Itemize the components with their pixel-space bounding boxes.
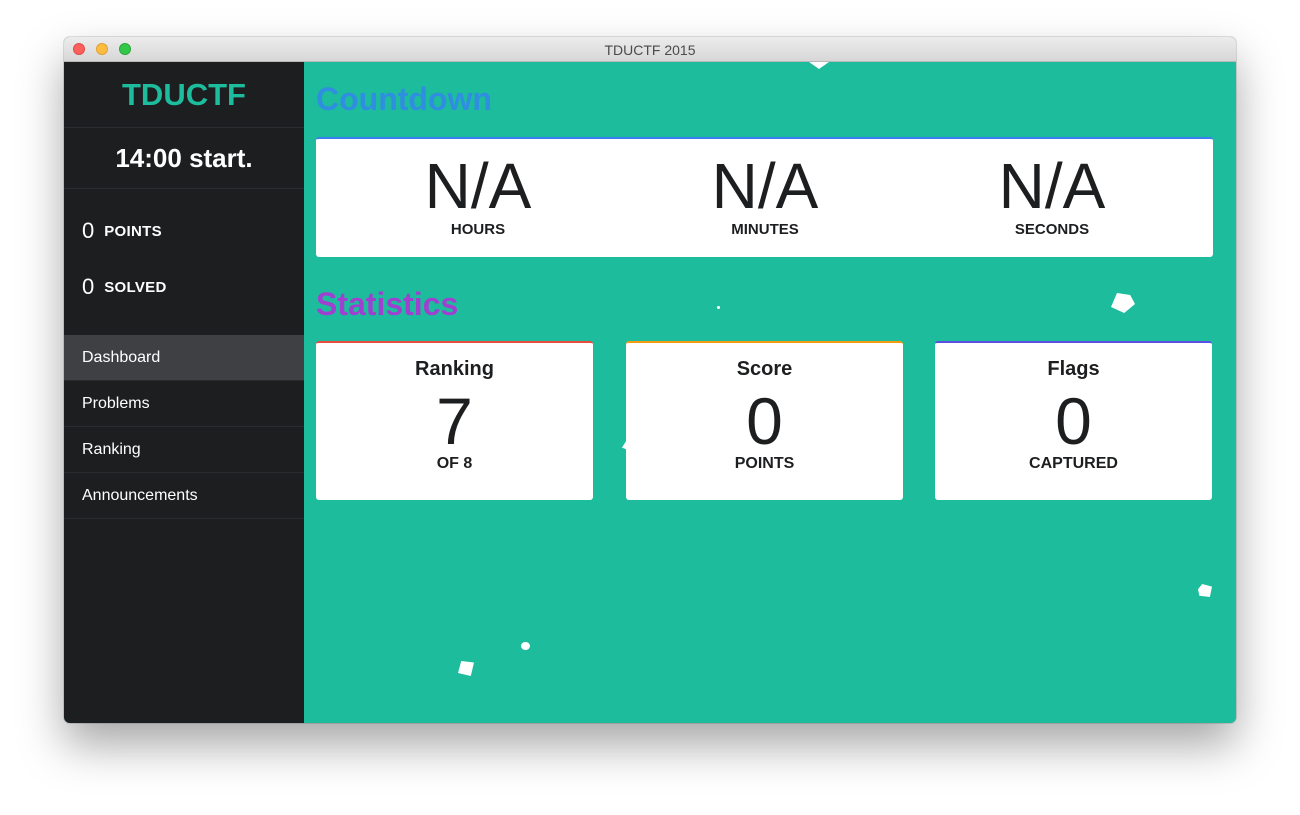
sidebar-item-ranking[interactable]: Ranking xyxy=(64,427,304,473)
flags-card: Flags 0 CAPTURED xyxy=(935,341,1212,500)
countdown-title: Countdown xyxy=(316,81,492,117)
window-title: TDUCTF 2015 xyxy=(604,42,696,58)
dashboard-main: Countdown N/A HOURS N/A MINUTES N/A SECO… xyxy=(304,62,1236,723)
sidebar-item-problems[interactable]: Problems xyxy=(64,381,304,427)
countdown-card: N/A HOURS N/A MINUTES N/A SECONDS xyxy=(316,137,1213,257)
score-subtitle: POINTS xyxy=(734,455,795,472)
decorative-shard xyxy=(1111,293,1135,313)
flags-subtitle: CAPTURED xyxy=(1029,455,1118,472)
countdown-minutes: N/A MINUTES xyxy=(615,151,915,238)
decorative-shard xyxy=(521,642,530,650)
solved-stat: 0 SOLVED xyxy=(64,259,304,315)
score-card-title: Score xyxy=(736,358,793,380)
title-bar: TDUCTF 2015 xyxy=(64,37,1236,62)
brand-logo[interactable]: TDUCTF xyxy=(64,62,304,128)
hours-label: HOURS xyxy=(450,221,506,238)
points-stat: 0 POINTS xyxy=(64,203,304,259)
statistics-title: Statistics xyxy=(316,286,459,322)
minutes-value: N/A xyxy=(711,150,819,222)
app-window: TDUCTF 2015 TDUCTF 14:00 start. 0 POINTS… xyxy=(64,37,1236,723)
solved-label: SOLVED xyxy=(104,278,167,296)
ranking-card: Ranking 7 OF 8 xyxy=(316,341,593,500)
sidebar: TDUCTF 14:00 start. 0 POINTS 0 SOLVED Da… xyxy=(64,62,304,723)
sidebar-nav: Dashboard Problems Ranking Announcements xyxy=(64,335,304,519)
sidebar-item-dashboard[interactable]: Dashboard xyxy=(64,335,304,381)
decorative-shard xyxy=(717,306,720,309)
solved-value: 0 xyxy=(82,274,95,299)
flags-value: 0 xyxy=(1055,384,1092,458)
decorative-shard xyxy=(1198,584,1212,597)
points-label: POINTS xyxy=(104,222,162,240)
flags-card-title: Flags xyxy=(1047,358,1100,380)
hours-value: N/A xyxy=(424,150,532,222)
decorative-shard xyxy=(458,661,474,676)
score-value: 0 xyxy=(746,384,783,458)
ranking-value: 7 xyxy=(436,384,473,458)
start-time: 14:00 start. xyxy=(64,128,304,189)
minutes-label: MINUTES xyxy=(731,221,799,238)
points-value: 0 xyxy=(82,218,95,243)
score-card: Score 0 POINTS xyxy=(626,341,903,500)
decorative-shard xyxy=(809,62,829,69)
seconds-label: SECONDS xyxy=(1014,221,1090,238)
sidebar-item-announcements[interactable]: Announcements xyxy=(64,473,304,519)
seconds-value: N/A xyxy=(998,150,1106,222)
ranking-card-title: Ranking xyxy=(415,358,494,380)
countdown-hours: N/A HOURS xyxy=(328,151,628,238)
countdown-seconds: N/A SECONDS xyxy=(902,151,1202,238)
ranking-subtitle: OF 8 xyxy=(436,455,473,472)
